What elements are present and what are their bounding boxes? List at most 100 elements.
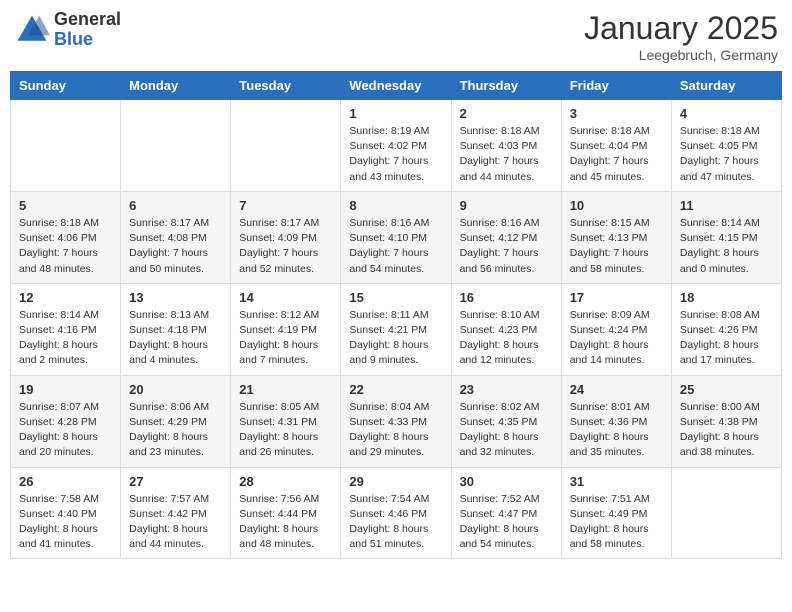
day-info: Sunrise: 8:05 AM Sunset: 4:31 PM Dayligh… — [239, 400, 332, 461]
day-info: Sunrise: 8:02 AM Sunset: 4:35 PM Dayligh… — [460, 400, 553, 461]
calendar-cell — [231, 100, 341, 192]
day-of-week-header: Thursday — [451, 72, 561, 100]
calendar-cell: 18 Sunrise: 8:08 AM Sunset: 4:26 PM Dayli… — [671, 283, 781, 375]
day-number: 6 — [129, 198, 222, 213]
calendar-cell: 22 Sunrise: 8:04 AM Sunset: 4:33 PM Dayli… — [341, 375, 451, 467]
day-number: 8 — [349, 198, 442, 213]
calendar-week-row: 12 Sunrise: 8:14 AM Sunset: 4:16 PM Dayli… — [11, 283, 782, 375]
day-info: Sunrise: 8:11 AM Sunset: 4:21 PM Dayligh… — [349, 308, 442, 369]
calendar-cell: 11 Sunrise: 8:14 AM Sunset: 4:15 PM Dayli… — [671, 191, 781, 283]
day-number: 26 — [19, 474, 112, 489]
day-number: 30 — [460, 474, 553, 489]
day-info: Sunrise: 7:54 AM Sunset: 4:46 PM Dayligh… — [349, 492, 442, 553]
day-number: 19 — [19, 382, 112, 397]
day-number: 23 — [460, 382, 553, 397]
day-number: 3 — [570, 106, 663, 121]
calendar-cell: 28Sunrise: 7:56 AM Sunset: 4:44 PM Dayli… — [231, 467, 341, 559]
calendar-cell: 19 Sunrise: 8:07 AM Sunset: 4:28 PM Dayli… — [11, 375, 121, 467]
calendar-cell: 24Sunrise: 8:01 AM Sunset: 4:36 PM Dayli… — [561, 375, 671, 467]
day-number: 14 — [239, 290, 332, 305]
day-info: Sunrise: 8:12 AM Sunset: 4:19 PM Dayligh… — [239, 308, 332, 369]
day-number: 27 — [129, 474, 222, 489]
day-info: Sunrise: 8:08 AM Sunset: 4:26 PM Dayligh… — [680, 308, 773, 369]
calendar-cell — [121, 100, 231, 192]
calendar-cell: 5 Sunrise: 8:18 AM Sunset: 4:06 PM Daylig… — [11, 191, 121, 283]
day-of-week-header: Friday — [561, 72, 671, 100]
day-number: 4 — [680, 106, 773, 121]
calendar-cell: 30 Sunrise: 7:52 AM Sunset: 4:47 PM Dayli… — [451, 467, 561, 559]
day-info: Sunrise: 8:14 AM Sunset: 4:16 PM Dayligh… — [19, 308, 112, 369]
calendar-week-row: 26 Sunrise: 7:58 AM Sunset: 4:40 PM Dayli… — [11, 467, 782, 559]
day-info: Sunrise: 8:17 AM Sunset: 4:08 PM Dayligh… — [129, 216, 222, 277]
calendar-cell: 29 Sunrise: 7:54 AM Sunset: 4:46 PM Dayli… — [341, 467, 451, 559]
day-number: 11 — [680, 198, 773, 213]
day-number: 22 — [349, 382, 442, 397]
calendar-cell: 26 Sunrise: 7:58 AM Sunset: 4:40 PM Dayli… — [11, 467, 121, 559]
day-of-week-header: Sunday — [11, 72, 121, 100]
day-number: 29 — [349, 474, 442, 489]
logo: General Blue — [14, 10, 121, 50]
day-info: Sunrise: 8:00 AM Sunset: 4:38 PM Dayligh… — [680, 400, 773, 461]
title-area: January 2025 Leegebruch, Germany — [584, 10, 778, 63]
calendar-cell: 3 Sunrise: 8:18 AM Sunset: 4:04 PM Daylig… — [561, 100, 671, 192]
calendar-cell: 9Sunrise: 8:16 AM Sunset: 4:12 PM Daylig… — [451, 191, 561, 283]
logo-text: General Blue — [54, 10, 121, 50]
day-number: 18 — [680, 290, 773, 305]
calendar-cell: 21 Sunrise: 8:05 AM Sunset: 4:31 PM Dayli… — [231, 375, 341, 467]
logo-blue: Blue — [54, 30, 121, 50]
day-number: 24 — [570, 382, 663, 397]
day-of-week-header: Saturday — [671, 72, 781, 100]
day-number: 17 — [570, 290, 663, 305]
calendar-cell: 7 Sunrise: 8:17 AM Sunset: 4:09 PM Daylig… — [231, 191, 341, 283]
calendar-cell: 27 Sunrise: 7:57 AM Sunset: 4:42 PM Dayli… — [121, 467, 231, 559]
calendar-week-row: 19 Sunrise: 8:07 AM Sunset: 4:28 PM Dayli… — [11, 375, 782, 467]
calendar-cell: 14 Sunrise: 8:12 AM Sunset: 4:19 PM Dayli… — [231, 283, 341, 375]
calendar-week-row: 1 Sunrise: 8:19 AM Sunset: 4:02 PM Daylig… — [11, 100, 782, 192]
day-info: Sunrise: 8:19 AM Sunset: 4:02 PM Dayligh… — [349, 124, 442, 185]
page-header: General Blue January 2025 Leegebruch, Ge… — [10, 10, 782, 63]
day-number: 31 — [570, 474, 663, 489]
day-number: 12 — [19, 290, 112, 305]
day-info: Sunrise: 7:57 AM Sunset: 4:42 PM Dayligh… — [129, 492, 222, 553]
day-number: 20 — [129, 382, 222, 397]
day-number: 16 — [460, 290, 553, 305]
logo-general: General — [54, 10, 121, 30]
day-info: Sunrise: 8:17 AM Sunset: 4:09 PM Dayligh… — [239, 216, 332, 277]
day-info: Sunrise: 8:18 AM Sunset: 4:03 PM Dayligh… — [460, 124, 553, 185]
calendar-cell: 12 Sunrise: 8:14 AM Sunset: 4:16 PM Dayli… — [11, 283, 121, 375]
calendar-cell: 1 Sunrise: 8:19 AM Sunset: 4:02 PM Daylig… — [341, 100, 451, 192]
calendar-cell: 16 Sunrise: 8:10 AM Sunset: 4:23 PM Dayli… — [451, 283, 561, 375]
calendar: SundayMondayTuesdayWednesdayThursdayFrid… — [10, 71, 782, 559]
location: Leegebruch, Germany — [584, 47, 778, 63]
day-info: Sunrise: 8:10 AM Sunset: 4:23 PM Dayligh… — [460, 308, 553, 369]
day-number: 1 — [349, 106, 442, 121]
day-info: Sunrise: 8:18 AM Sunset: 4:04 PM Dayligh… — [570, 124, 663, 185]
day-number: 21 — [239, 382, 332, 397]
calendar-cell: 4Sunrise: 8:18 AM Sunset: 4:05 PM Daylig… — [671, 100, 781, 192]
calendar-cell: 31 Sunrise: 7:51 AM Sunset: 4:49 PM Dayli… — [561, 467, 671, 559]
calendar-cell: 2Sunrise: 8:18 AM Sunset: 4:03 PM Daylig… — [451, 100, 561, 192]
day-number: 13 — [129, 290, 222, 305]
day-info: Sunrise: 8:16 AM Sunset: 4:12 PM Dayligh… — [460, 216, 553, 277]
day-info: Sunrise: 7:58 AM Sunset: 4:40 PM Dayligh… — [19, 492, 112, 553]
day-of-week-header: Tuesday — [231, 72, 341, 100]
calendar-header-row: SundayMondayTuesdayWednesdayThursdayFrid… — [11, 72, 782, 100]
day-number: 10 — [570, 198, 663, 213]
day-info: Sunrise: 8:04 AM Sunset: 4:33 PM Dayligh… — [349, 400, 442, 461]
day-info: Sunrise: 7:52 AM Sunset: 4:47 PM Dayligh… — [460, 492, 553, 553]
day-info: Sunrise: 8:07 AM Sunset: 4:28 PM Dayligh… — [19, 400, 112, 461]
day-number: 7 — [239, 198, 332, 213]
day-info: Sunrise: 7:56 AM Sunset: 4:44 PM Dayligh… — [239, 492, 332, 553]
logo-icon — [14, 12, 50, 48]
day-info: Sunrise: 8:18 AM Sunset: 4:06 PM Dayligh… — [19, 216, 112, 277]
day-number: 5 — [19, 198, 112, 213]
calendar-cell — [11, 100, 121, 192]
day-info: Sunrise: 8:13 AM Sunset: 4:18 PM Dayligh… — [129, 308, 222, 369]
calendar-cell: 6 Sunrise: 8:17 AM Sunset: 4:08 PM Daylig… — [121, 191, 231, 283]
day-info: Sunrise: 7:51 AM Sunset: 4:49 PM Dayligh… — [570, 492, 663, 553]
calendar-cell: 8Sunrise: 8:16 AM Sunset: 4:10 PM Daylig… — [341, 191, 451, 283]
calendar-cell: 23 Sunrise: 8:02 AM Sunset: 4:35 PM Dayli… — [451, 375, 561, 467]
day-info: Sunrise: 8:09 AM Sunset: 4:24 PM Dayligh… — [570, 308, 663, 369]
day-info: Sunrise: 8:14 AM Sunset: 4:15 PM Dayligh… — [680, 216, 773, 277]
day-number: 25 — [680, 382, 773, 397]
